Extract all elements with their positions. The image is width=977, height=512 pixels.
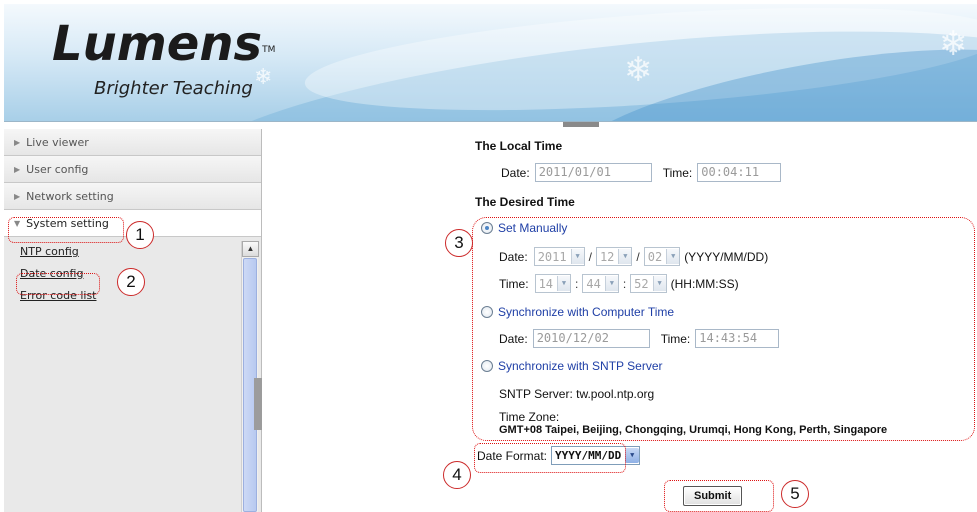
local-time-heading: The Local Time — [475, 139, 563, 153]
panel-splitter[interactable] — [254, 378, 262, 430]
highlight-system-setting — [8, 217, 124, 243]
triangle-right-icon: ▶ — [14, 137, 21, 147]
scroll-up-icon[interactable]: ▲ — [242, 241, 259, 257]
callout-5: 5 — [781, 480, 809, 508]
sidebar: ▶ Live viewer ▶ User config ▶ Network se… — [4, 129, 262, 512]
highlight-desired-time — [472, 217, 975, 441]
callout-1: 1 — [126, 221, 154, 249]
tagline: Brighter Teaching — [94, 78, 253, 99]
local-date-field: 2011/01/01 — [534, 163, 652, 182]
triangle-right-icon: ▶ — [14, 164, 21, 174]
header-banner: ❄ ❄ ❄ LumensTM Brighter Teaching — [4, 4, 977, 122]
banner-toggle-handle[interactable] — [563, 122, 599, 127]
local-time-row: Date: 2011/01/01 Time: 00:04:11 — [501, 163, 782, 182]
sidebar-item-label: User config — [26, 162, 89, 176]
sidebar-item-label: Live viewer — [26, 135, 89, 149]
snowflake-icon: ❄ — [939, 25, 968, 63]
time-label: Time: — [662, 165, 693, 180]
chevron-down-icon: ▼ — [625, 448, 640, 463]
sidebar-scrollbar[interactable]: ▲ — [241, 241, 259, 512]
desired-time-heading: The Desired Time — [475, 195, 575, 209]
sidebar-item-live-viewer[interactable]: ▶ Live viewer — [4, 129, 261, 156]
highlight-date-format — [474, 443, 626, 473]
highlight-date-config — [16, 273, 100, 295]
snowflake-icon: ❄ — [624, 51, 653, 89]
date-label: Date: — [501, 165, 530, 180]
callout-2: 2 — [117, 268, 145, 296]
sidebar-item-user-config[interactable]: ▶ User config — [4, 156, 261, 183]
callout-3: 3 — [445, 229, 473, 257]
local-time-field: 00:04:11 — [697, 163, 782, 182]
lumens-logo: LumensTM — [52, 16, 276, 72]
callout-4: 4 — [443, 461, 471, 489]
triangle-right-icon: ▶ — [14, 191, 21, 201]
highlight-submit — [664, 480, 774, 512]
sidebar-item-network-setting[interactable]: ▶ Network setting — [4, 183, 261, 210]
sidebar-item-label: Network setting — [26, 189, 114, 203]
